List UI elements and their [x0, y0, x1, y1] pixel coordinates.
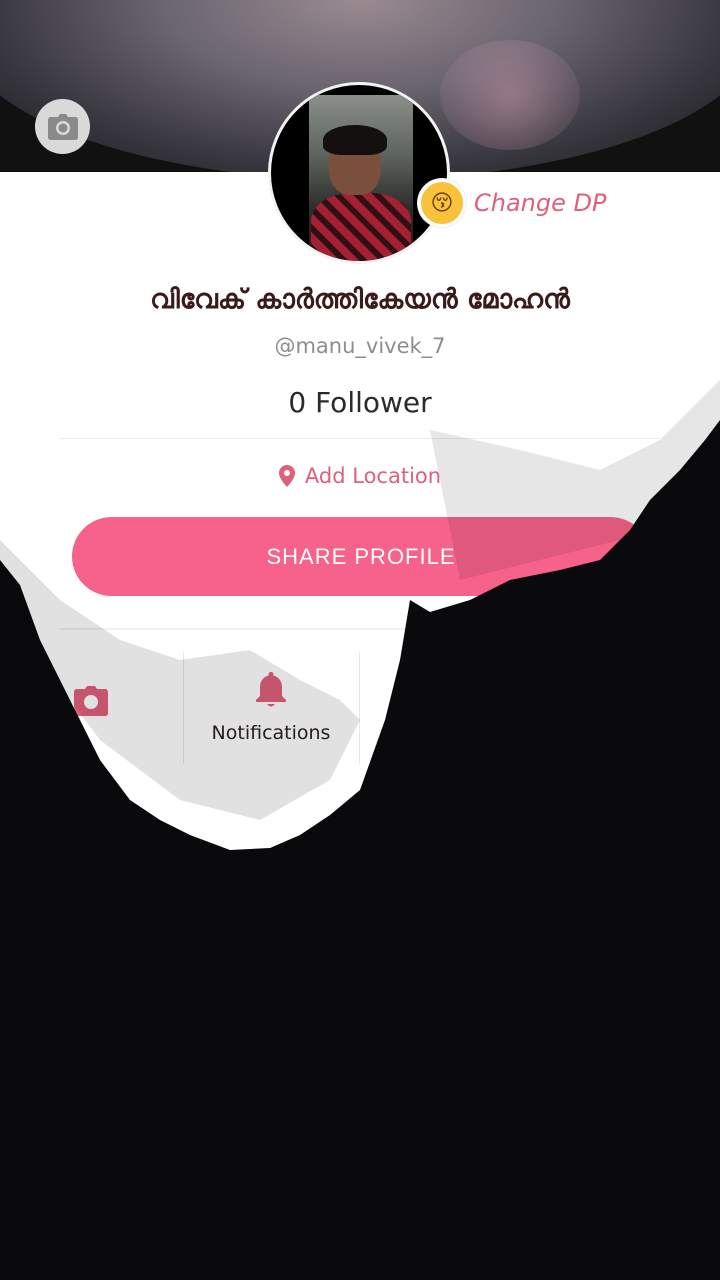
tab-notifications-label: Notifications [211, 722, 331, 744]
location-pin-icon [278, 465, 295, 487]
tab-notifications[interactable]: Notifications [184, 652, 358, 764]
profile-display-name: വിവേക് കാർത്തികേയൻ മോഹൻ [150, 284, 570, 315]
avatar-photo-hair [323, 125, 387, 155]
tab-camera[interactable] [0, 652, 182, 764]
divider [60, 628, 660, 630]
camera-icon [74, 686, 108, 716]
follower-count[interactable]: 0 Follower [0, 386, 720, 419]
camera-icon [47, 113, 78, 140]
change-dp-label: Change DP [474, 189, 607, 217]
avatar-photo-shirt [311, 193, 411, 261]
bell-icon [256, 672, 286, 707]
divider [60, 438, 660, 439]
add-location-label: Add Location [304, 464, 442, 488]
kissing-emoji-icon: 😚 [418, 179, 466, 227]
share-profile-button[interactable]: SHARE PROFILE [72, 517, 650, 596]
change-cover-button[interactable] [35, 99, 90, 154]
change-dp-button[interactable]: 😚 Change DP [418, 176, 608, 230]
profile-handle: @manu_vivek_7 [274, 334, 446, 358]
add-location-button[interactable]: Add Location [0, 464, 720, 488]
tab-separator [359, 652, 360, 764]
cover-image-highlight [440, 40, 580, 150]
profile-avatar[interactable] [268, 82, 450, 264]
